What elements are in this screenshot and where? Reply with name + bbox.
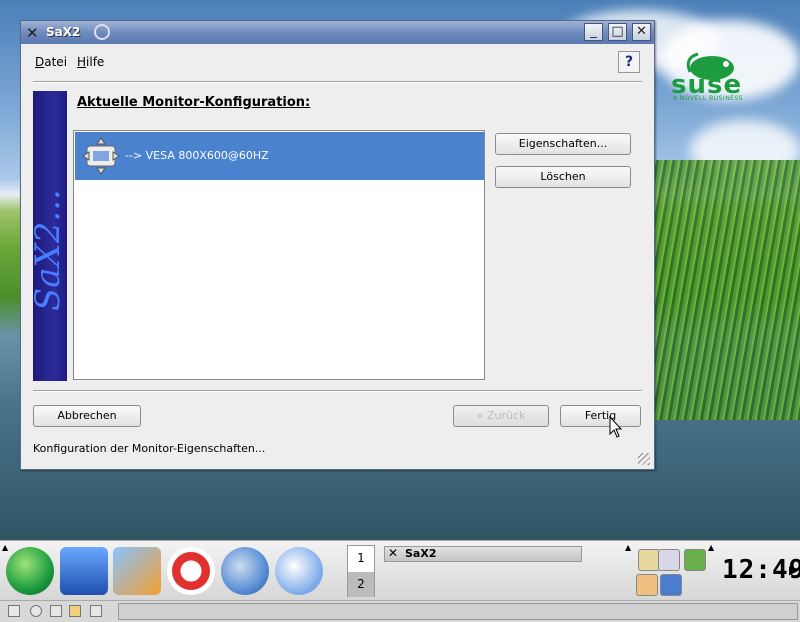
updater-icon[interactable]	[636, 574, 658, 596]
back-button[interactable]: « Zurück	[453, 405, 549, 427]
arrow-right-icon[interactable]: ▶	[789, 563, 798, 577]
arrow-up-icon[interactable]: ▲	[708, 543, 714, 552]
separator	[33, 81, 642, 83]
window-titlebar[interactable]: ✕ SaX2 _ □ ✕	[21, 21, 654, 44]
taskbar-item-sax2[interactable]: SaX2	[384, 546, 582, 562]
quick-launch-area	[118, 603, 798, 620]
info-icon[interactable]	[660, 574, 682, 596]
folder-icon[interactable]	[69, 605, 81, 617]
sax2-x-icon: ✕	[388, 546, 399, 560]
sax2-x-icon: ✕	[26, 24, 39, 42]
monitor-label: --> VESA 800X600@60HZ	[125, 149, 269, 162]
minimize-button[interactable]: _	[584, 23, 603, 41]
monitor-tray-icon[interactable]	[684, 549, 706, 571]
window-title: SaX2	[46, 25, 81, 39]
sticky-icon[interactable]	[94, 24, 110, 40]
konqueror-browser-icon[interactable]	[221, 547, 269, 595]
mouse-cursor-icon	[609, 416, 623, 438]
floppy-icon[interactable]	[50, 605, 62, 617]
pager-desktop-2[interactable]: 2	[348, 572, 374, 597]
home-icon[interactable]	[60, 547, 108, 595]
separator	[33, 390, 642, 392]
menu-file[interactable]: Datei	[35, 55, 67, 69]
list-item[interactable]: --> VESA 800X600@60HZ	[75, 132, 484, 180]
maximize-button[interactable]: □	[608, 23, 627, 41]
tools-icon[interactable]	[90, 605, 102, 617]
pager-desktop-1[interactable]: 1	[348, 546, 374, 571]
monitor-listbox[interactable]: --> VESA 800X600@60HZ	[73, 130, 485, 380]
grass	[640, 160, 800, 420]
cancel-button[interactable]: Abbrechen	[33, 405, 141, 427]
menu-help[interactable]: Hilfe	[77, 55, 104, 69]
finish-button[interactable]: Fertig	[560, 405, 641, 427]
resize-grip[interactable]	[638, 453, 650, 465]
drive-icon[interactable]	[8, 605, 20, 617]
suse-logo-subtitle: A NOVELL BUSINESS	[673, 95, 744, 102]
cd-icon[interactable]	[30, 605, 42, 617]
monitor-icon	[82, 137, 120, 175]
page-heading: Aktuelle Monitor-Konfiguration:	[77, 95, 311, 110]
desktop-icon[interactable]	[113, 547, 161, 595]
arrow-up-icon[interactable]: ▲	[2, 543, 8, 552]
mail-client-icon[interactable]	[275, 547, 323, 595]
arrow-up-icon[interactable]: ▲	[625, 543, 631, 552]
properties-button[interactable]: Eigenschaften...	[495, 133, 631, 155]
clipboard-icon[interactable]	[638, 549, 660, 571]
side-banner-text: SaX2...	[28, 189, 68, 311]
whats-this-help-button[interactable]: ?	[618, 51, 640, 73]
desktop-pager[interactable]: 1 2	[347, 545, 375, 597]
delete-button[interactable]: Löschen	[495, 166, 631, 188]
menubar: Datei Hilfe	[21, 44, 654, 80]
status-text: Konfiguration der Monitor-Eigenschaften.…	[33, 442, 266, 455]
side-banner: SaX2...	[28, 91, 68, 381]
help-lifebuoy-icon[interactable]	[167, 547, 215, 595]
quick-launch-bar	[0, 600, 800, 622]
close-button[interactable]: ✕	[632, 23, 651, 41]
network-icon[interactable]	[658, 549, 680, 571]
taskbar: ▲ 1 2 SaX2 ✕ ▲ ▲ 12:49 ▶	[0, 540, 800, 601]
suse-menu-icon[interactable]	[6, 547, 54, 595]
sax2-window: ✕ SaX2 _ □ ✕ Datei Hilfe ? SaX2... Aktue…	[20, 20, 655, 470]
